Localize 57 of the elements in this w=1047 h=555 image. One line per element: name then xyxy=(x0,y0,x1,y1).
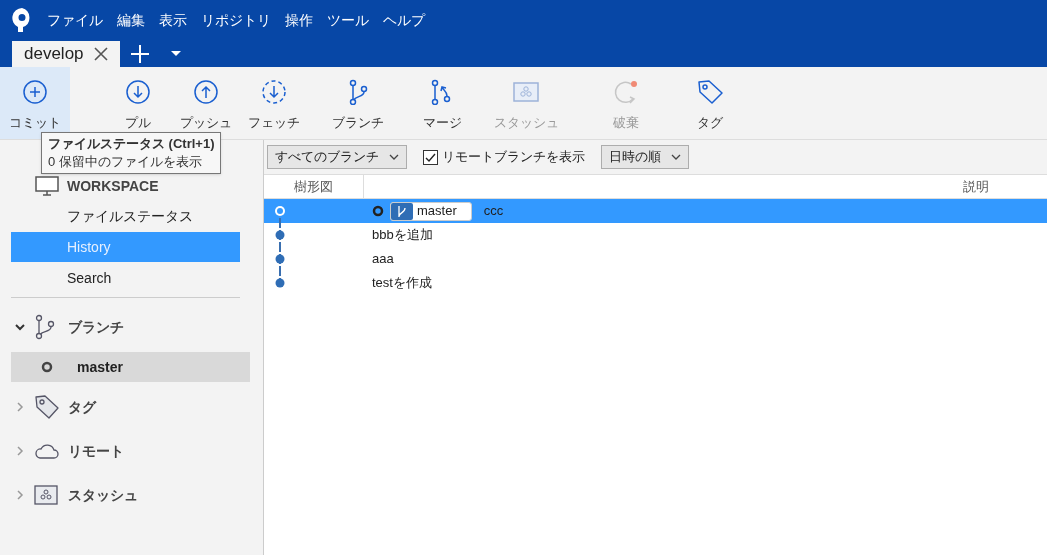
section-header[interactable]: タグ xyxy=(0,388,263,426)
section-heading: WORKSPACE xyxy=(67,176,159,196)
stash-icon xyxy=(34,482,60,508)
menu-item[interactable]: ヘルプ xyxy=(383,9,425,31)
column-header: 説明 xyxy=(961,177,990,196)
chevron-right-icon xyxy=(14,445,26,457)
table-row[interactable]: bbbを追加 xyxy=(264,223,1047,247)
commit-message: aaa xyxy=(372,250,394,269)
menu-item[interactable]: ツール xyxy=(327,9,369,31)
chevron-right-icon xyxy=(14,489,26,501)
chevron-down-icon xyxy=(671,153,681,161)
toolbar-button[interactable]: フェッチ xyxy=(240,67,308,139)
section-header[interactable]: ブランチ xyxy=(0,308,263,346)
stash-icon xyxy=(513,79,539,105)
document-tab[interactable]: develop xyxy=(12,41,120,67)
commit-message: testを作成 xyxy=(372,274,432,293)
chevron-right-icon xyxy=(14,401,26,413)
table-row[interactable]: testを作成 xyxy=(264,271,1047,295)
sidebar-item[interactable]: Search xyxy=(11,263,240,293)
menu-item[interactable]: 編集 xyxy=(117,9,145,31)
toolbar-button[interactable]: コミット xyxy=(0,67,70,139)
sidebar-item[interactable]: ファイルステータス xyxy=(11,201,240,231)
dropdown-caret-icon xyxy=(169,50,182,58)
chevron-down-icon xyxy=(389,153,399,161)
close-icon xyxy=(93,47,108,61)
table-row[interactable]: master ccc xyxy=(264,199,1047,223)
menu-item[interactable]: 操作 xyxy=(285,9,313,31)
menu-item[interactable]: ファイル xyxy=(47,9,103,31)
chevron-down-icon xyxy=(14,321,26,333)
commit-message: ccc xyxy=(483,202,504,221)
section-header[interactable]: スタッシュ xyxy=(0,476,263,514)
add-tab-icon xyxy=(129,44,150,64)
dropdown[interactable]: すべてのブランチ xyxy=(267,145,407,169)
checkbox[interactable]: リモートブランチを表示 xyxy=(423,147,585,167)
refresh-icon xyxy=(613,79,639,105)
plus-circle-icon xyxy=(22,79,48,105)
branch-label: master xyxy=(390,201,472,221)
down-arrow-circle-icon xyxy=(125,79,151,105)
monitor-icon xyxy=(35,176,59,196)
table-row[interactable]: aaa xyxy=(264,247,1047,271)
tooltip: ファイルステータス (Ctrl+1) 0 保留中のファイルを表示 xyxy=(41,132,222,174)
branch-icon xyxy=(391,202,413,220)
toolbar-button[interactable]: マージ xyxy=(408,67,476,139)
dropdown[interactable]: 日時の順 xyxy=(601,145,689,169)
menu-item[interactable]: 表示 xyxy=(159,9,187,31)
menu-item[interactable]: リポジトリ xyxy=(201,9,271,31)
tag-icon xyxy=(697,79,723,105)
toolbar-button[interactable]: ブランチ xyxy=(308,67,408,139)
head-circle-icon xyxy=(372,205,384,217)
up-arrow-circle-icon xyxy=(193,79,219,105)
head-circle-icon xyxy=(41,361,53,373)
branch-item[interactable]: master xyxy=(11,352,250,382)
commit-message: bbbを追加 xyxy=(372,226,433,245)
toolbar-button[interactable]: タグ xyxy=(676,67,744,139)
section-header[interactable]: リモート xyxy=(0,432,263,470)
column-header: 樹形図 xyxy=(264,175,364,198)
tag-icon xyxy=(34,394,60,420)
